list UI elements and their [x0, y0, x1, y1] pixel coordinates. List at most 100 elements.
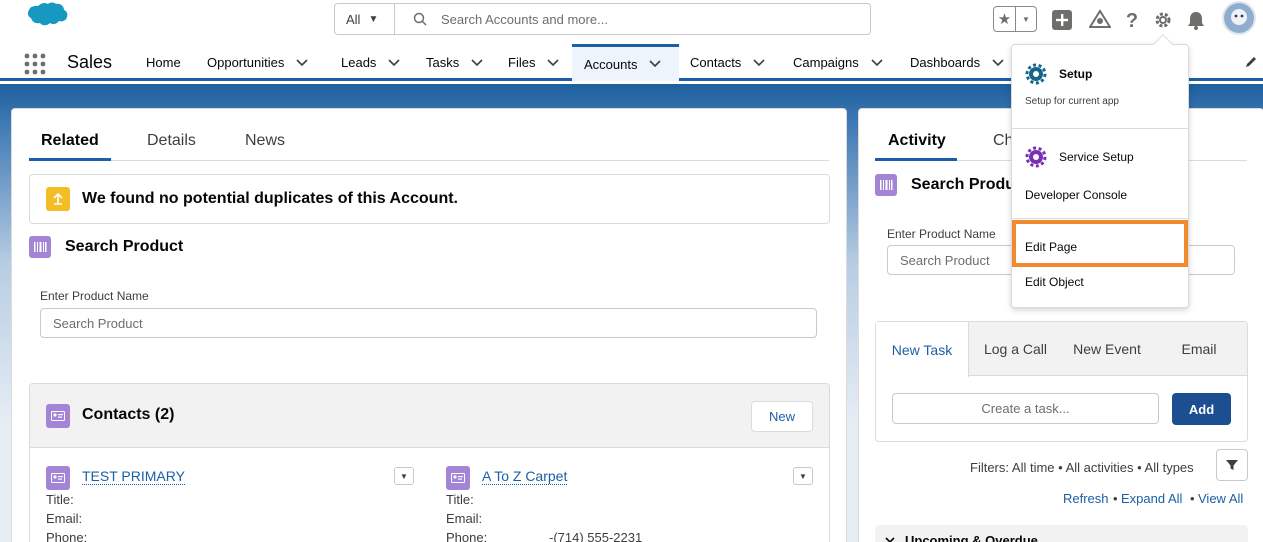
nav-item-home[interactable]: Home	[146, 44, 181, 81]
contacts-related-list: Contacts (2) New TEST PRIMARY ▼ Title: E…	[29, 383, 830, 542]
favorites-button[interactable]: ★ ▼	[993, 6, 1037, 32]
link-separator: •	[1190, 491, 1195, 506]
product-search-placeholder: Search Product	[900, 252, 990, 268]
search-product-title: Search Product	[65, 238, 184, 255]
setup-menu: Setup Setup for current app Service Setu…	[1011, 44, 1189, 308]
barcode-icon	[29, 236, 51, 258]
chevron-down-icon[interactable]	[753, 58, 765, 67]
nav-item-accounts[interactable]: Accounts	[572, 44, 679, 81]
tab-email[interactable]: Email	[1166, 322, 1232, 376]
add-icon[interactable]	[1050, 8, 1074, 32]
nav-item-files[interactable]: Files	[508, 44, 560, 81]
tab-new-event[interactable]: New Event	[1062, 322, 1152, 376]
activity-publisher: New Task Log a Call New Event Email Crea…	[875, 321, 1248, 442]
expand-all-link[interactable]: Expand All	[1121, 491, 1182, 506]
tab-details[interactable]: Details	[147, 132, 196, 150]
contact-email-label: Email:	[46, 511, 83, 526]
nav-item-label: Contacts	[690, 55, 742, 70]
chevron-down-icon[interactable]	[388, 58, 400, 67]
tab-news[interactable]: News	[245, 132, 285, 150]
nav-item-dashboards[interactable]: Dashboards	[910, 44, 1004, 81]
activity-filters-text: Filters: All time • All activities • All…	[970, 460, 1194, 475]
tab-new-task[interactable]: New Task	[876, 322, 969, 377]
bell-icon[interactable]	[1184, 8, 1208, 32]
nav-item-label: Campaigns	[793, 55, 859, 70]
help-icon[interactable]: ?	[1120, 8, 1144, 32]
chevron-down-icon[interactable]	[547, 58, 560, 67]
tab-log-a-call[interactable]: Log a Call	[969, 322, 1062, 376]
contact-phone-value: -(714) 555-2231	[549, 530, 643, 542]
contacts-header: Contacts (2) New	[30, 384, 829, 448]
avatar[interactable]	[1222, 1, 1256, 35]
nav-item-label: Accounts	[584, 56, 638, 72]
contacts-title: Contacts (2)	[82, 406, 175, 423]
view-all-link[interactable]: View All	[1198, 491, 1243, 506]
chevron-down-icon[interactable]	[296, 58, 308, 67]
menu-item-edit-object[interactable]: Edit Object	[1025, 275, 1084, 289]
chevron-down-icon[interactable]	[471, 58, 483, 67]
nav-item-label: Dashboards	[910, 55, 981, 70]
chevron-down-icon	[885, 536, 895, 542]
nav-item-leads[interactable]: Leads	[341, 44, 400, 81]
search-input[interactable]: Search Accounts and more...	[395, 4, 870, 34]
nav-item-label: Opportunities	[207, 55, 285, 70]
nav-item-tasks[interactable]: Tasks	[426, 44, 483, 81]
contact-icon	[446, 466, 470, 490]
nav-item-label: Tasks	[426, 55, 460, 70]
menu-item-setup[interactable]: Setup	[1025, 63, 1092, 85]
contact-actions-dropdown[interactable]: ▼	[394, 467, 414, 485]
record-tabs: Related Details News	[29, 126, 829, 161]
menu-item-label: Setup	[1059, 67, 1093, 81]
contact-title-label: Title:	[446, 492, 474, 507]
nav-item-label: Leads	[341, 55, 377, 70]
contact-actions-dropdown[interactable]: ▼	[793, 467, 813, 485]
menu-item-edit-page[interactable]: Edit Page	[1025, 240, 1077, 254]
duplicate-icon	[46, 187, 70, 211]
contact-name-link[interactable]: TEST PRIMARY	[82, 468, 185, 485]
new-contact-button[interactable]: New	[751, 401, 813, 432]
related-panel: Related Details News We found no potenti…	[11, 108, 847, 542]
edit-nav-icon[interactable]	[1244, 55, 1258, 72]
search-product-title: Search Produ	[911, 176, 1016, 193]
search-product-header: Search Produ	[875, 174, 1015, 196]
nav-item-label: Files	[508, 55, 536, 70]
create-task-placeholder: Create a task...	[981, 401, 1070, 416]
gear-icon[interactable]	[1151, 8, 1175, 32]
search-scope-select[interactable]: All ▼	[335, 4, 395, 34]
menu-item-service-setup[interactable]: Service Setup	[1025, 146, 1134, 168]
refresh-link[interactable]: Refresh	[1063, 491, 1109, 506]
contact-phone-label: Phone:	[46, 530, 88, 542]
create-task-input[interactable]: Create a task...	[892, 393, 1159, 424]
filter-icon[interactable]	[1216, 449, 1248, 481]
nav-item-campaigns[interactable]: Campaigns	[793, 44, 883, 81]
product-name-label: Enter Product Name	[40, 289, 149, 303]
menu-divider	[1012, 128, 1188, 129]
global-header: All ▼ Search Accounts and more... ★ ▼ ?	[0, 0, 1263, 40]
nav-item-contacts[interactable]: Contacts	[690, 44, 765, 81]
tab-related[interactable]: Related	[41, 132, 99, 150]
nav-item-opportunities[interactable]: Opportunities	[207, 44, 308, 81]
setup-subtitle: Setup for current app	[1025, 96, 1119, 107]
tab-activity[interactable]: Activity	[888, 132, 946, 150]
product-search-input[interactable]: Search Product	[40, 308, 817, 338]
chevron-down-icon[interactable]	[871, 58, 883, 67]
salesforce-logo[interactable]	[14, 0, 74, 40]
contact-icon	[46, 466, 70, 490]
duplicate-check-card: We found no potential duplicates of this…	[29, 174, 830, 224]
search-placeholder: Search Accounts and more...	[441, 11, 608, 27]
add-task-button[interactable]: Add	[1172, 393, 1231, 425]
contact-title-label: Title:	[46, 492, 74, 507]
trailhead-icon[interactable]	[1088, 8, 1112, 32]
contact-name-link[interactable]: A To Z Carpet	[482, 468, 568, 485]
chevron-down-icon[interactable]: ▼	[1016, 7, 1036, 31]
upcoming-overdue-section[interactable]: Upcoming & Overdue	[875, 525, 1248, 542]
gear-icon	[1025, 63, 1047, 85]
chevron-down-icon[interactable]	[649, 60, 662, 68]
contact-email-label: Email:	[446, 511, 483, 526]
chevron-down-icon[interactable]	[992, 58, 1004, 67]
contact-phone-label: Phone:	[446, 530, 488, 542]
star-icon[interactable]: ★	[994, 7, 1016, 31]
active-tab-indicator	[875, 158, 957, 161]
app-launcher-icon[interactable]	[24, 53, 46, 75]
menu-item-developer-console[interactable]: Developer Console	[1025, 188, 1127, 202]
